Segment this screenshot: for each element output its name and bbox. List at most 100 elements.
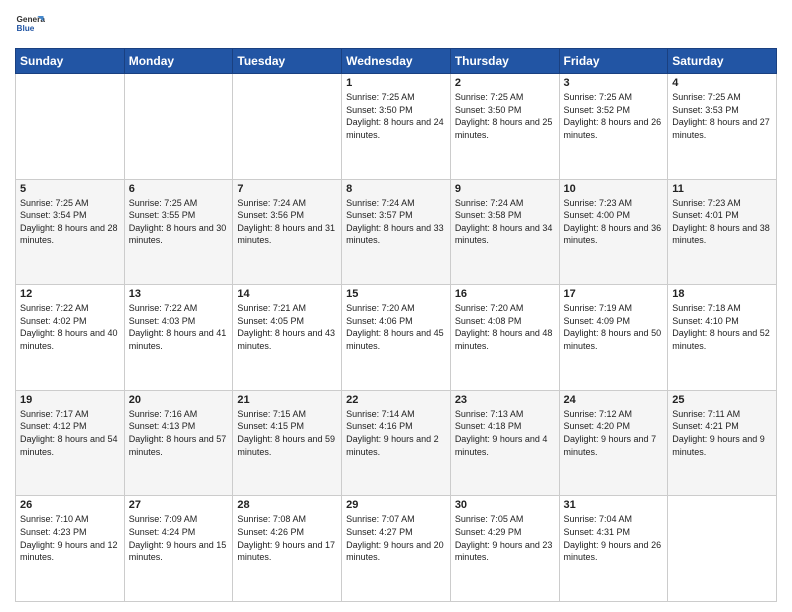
day-info: Sunrise: 7:12 AMSunset: 4:20 PMDaylight:…	[564, 408, 664, 458]
day-number: 5	[20, 183, 120, 195]
calendar-cell: 11Sunrise: 7:23 AMSunset: 4:01 PMDayligh…	[668, 179, 777, 285]
day-info: Sunrise: 7:25 AMSunset: 3:52 PMDaylight:…	[564, 91, 664, 141]
day-number: 4	[672, 77, 772, 89]
day-number: 27	[129, 499, 229, 511]
calendar-cell: 3Sunrise: 7:25 AMSunset: 3:52 PMDaylight…	[559, 74, 668, 180]
day-number: 7	[237, 183, 337, 195]
calendar-cell: 8Sunrise: 7:24 AMSunset: 3:57 PMDaylight…	[342, 179, 451, 285]
weekday-tuesday: Tuesday	[233, 49, 342, 74]
calendar-cell: 18 Sunrise: 7:18 AMSunset: 4:10 PMDayligh…	[668, 285, 777, 391]
calendar-cell: 13 Sunrise: 7:22 AMSunset: 4:03 PMDayligh…	[124, 285, 233, 391]
weekday-thursday: Thursday	[450, 49, 559, 74]
day-number: 14	[237, 288, 337, 300]
calendar-cell: 10 Sunrise: 7:23 AMSunset: 4:00 PMDayligh…	[559, 179, 668, 285]
calendar-cell: 6Sunrise: 7:25 AMSunset: 3:55 PMDaylight…	[124, 179, 233, 285]
calendar-cell: 19Sunrise: 7:17 AMSunset: 4:12 PMDayligh…	[16, 390, 125, 496]
day-info: Sunrise: 7:20 AMSunset: 4:06 PMDaylight:…	[346, 302, 446, 352]
day-info: Sunrise: 7:17 AMSunset: 4:12 PMDaylight:…	[20, 408, 120, 458]
day-info: Sunrise: 7:04 AMSunset: 4:31 PMDaylight:…	[564, 513, 664, 563]
day-info: Sunrise: 7:25 AMSunset: 3:50 PMDaylight:…	[346, 91, 446, 141]
calendar-cell: 12 Sunrise: 7:22 AMSunset: 4:02 PMDayligh…	[16, 285, 125, 391]
calendar-cell: 30 Sunrise: 7:05 AMSunset: 4:29 PMDayligh…	[450, 496, 559, 602]
calendar-cell: 17 Sunrise: 7:19 AMSunset: 4:09 PMDayligh…	[559, 285, 668, 391]
day-number: 29	[346, 499, 446, 511]
day-number: 30	[455, 499, 555, 511]
day-number: 13	[129, 288, 229, 300]
day-info: Sunrise: 7:09 AMSunset: 4:24 PMDaylight:…	[129, 513, 229, 563]
day-info: Sunrise: 7:19 AMSunset: 4:09 PMDaylight:…	[564, 302, 664, 352]
day-number: 22	[346, 394, 446, 406]
calendar-cell: 16 Sunrise: 7:20 AMSunset: 4:08 PMDayligh…	[450, 285, 559, 391]
day-info: Sunrise: 7:24 AMSunset: 3:58 PMDaylight:…	[455, 197, 555, 247]
calendar-cell: 1Sunrise: 7:25 AMSunset: 3:50 PMDaylight…	[342, 74, 451, 180]
calendar-cell: 9 Sunrise: 7:24 AMSunset: 3:58 PMDaylight…	[450, 179, 559, 285]
day-info: Sunrise: 7:14 AMSunset: 4:16 PMDaylight:…	[346, 408, 446, 458]
day-info: Sunrise: 7:22 AMSunset: 4:02 PMDaylight:…	[20, 302, 120, 352]
day-number: 20	[129, 394, 229, 406]
calendar-cell	[668, 496, 777, 602]
logo-icon: General Blue	[15, 10, 45, 40]
calendar-week-2: 5 Sunrise: 7:25 AMSunset: 3:54 PMDaylight…	[16, 179, 777, 285]
calendar-cell	[233, 74, 342, 180]
day-info: Sunrise: 7:25 AMSunset: 3:54 PMDaylight:…	[20, 197, 120, 247]
day-info: Sunrise: 7:24 AMSunset: 3:56 PMDaylight:…	[237, 197, 337, 247]
day-number: 31	[564, 499, 664, 511]
weekday-friday: Friday	[559, 49, 668, 74]
day-info: Sunrise: 7:13 AMSunset: 4:18 PMDaylight:…	[455, 408, 555, 458]
day-number: 21	[237, 394, 337, 406]
day-number: 2	[455, 77, 555, 89]
svg-text:Blue: Blue	[17, 24, 35, 33]
calendar-cell: 4Sunrise: 7:25 AMSunset: 3:53 PMDaylight…	[668, 74, 777, 180]
calendar-cell: 24 Sunrise: 7:12 AMSunset: 4:20 PMDayligh…	[559, 390, 668, 496]
day-number: 17	[564, 288, 664, 300]
calendar-table: SundayMondayTuesdayWednesdayThursdayFrid…	[15, 48, 777, 602]
day-info: Sunrise: 7:15 AMSunset: 4:15 PMDaylight:…	[237, 408, 337, 458]
weekday-header-row: SundayMondayTuesdayWednesdayThursdayFrid…	[16, 49, 777, 74]
calendar-cell: 2 Sunrise: 7:25 AMSunset: 3:50 PMDaylight…	[450, 74, 559, 180]
calendar-cell: 27 Sunrise: 7:09 AMSunset: 4:24 PMDayligh…	[124, 496, 233, 602]
header: General Blue	[15, 10, 777, 40]
calendar-cell: 21 Sunrise: 7:15 AMSunset: 4:15 PMDayligh…	[233, 390, 342, 496]
day-info: Sunrise: 7:10 AMSunset: 4:23 PMDaylight:…	[20, 513, 120, 563]
calendar-cell: 26Sunrise: 7:10 AMSunset: 4:23 PMDayligh…	[16, 496, 125, 602]
calendar-cell: 22 Sunrise: 7:14 AMSunset: 4:16 PMDayligh…	[342, 390, 451, 496]
day-number: 10	[564, 183, 664, 195]
day-info: Sunrise: 7:25 AMSunset: 3:50 PMDaylight:…	[455, 91, 555, 141]
calendar-cell: 31 Sunrise: 7:04 AMSunset: 4:31 PMDayligh…	[559, 496, 668, 602]
day-info: Sunrise: 7:25 AMSunset: 3:55 PMDaylight:…	[129, 197, 229, 247]
day-number: 16	[455, 288, 555, 300]
calendar-cell: 25Sunrise: 7:11 AMSunset: 4:21 PMDayligh…	[668, 390, 777, 496]
calendar-week-1: 1Sunrise: 7:25 AMSunset: 3:50 PMDaylight…	[16, 74, 777, 180]
weekday-wednesday: Wednesday	[342, 49, 451, 74]
calendar-cell: 29 Sunrise: 7:07 AMSunset: 4:27 PMDayligh…	[342, 496, 451, 602]
day-info: Sunrise: 7:05 AMSunset: 4:29 PMDaylight:…	[455, 513, 555, 563]
day-info: Sunrise: 7:18 AMSunset: 4:10 PMDaylight:…	[672, 302, 772, 352]
day-info: Sunrise: 7:23 AMSunset: 4:00 PMDaylight:…	[564, 197, 664, 247]
logo: General Blue	[15, 10, 49, 40]
calendar-week-4: 19Sunrise: 7:17 AMSunset: 4:12 PMDayligh…	[16, 390, 777, 496]
calendar-cell	[124, 74, 233, 180]
day-info: Sunrise: 7:22 AMSunset: 4:03 PMDaylight:…	[129, 302, 229, 352]
day-number: 12	[20, 288, 120, 300]
day-number: 9	[455, 183, 555, 195]
calendar-cell: 7 Sunrise: 7:24 AMSunset: 3:56 PMDaylight…	[233, 179, 342, 285]
day-number: 8	[346, 183, 446, 195]
weekday-sunday: Sunday	[16, 49, 125, 74]
day-info: Sunrise: 7:07 AMSunset: 4:27 PMDaylight:…	[346, 513, 446, 563]
day-number: 23	[455, 394, 555, 406]
calendar-week-5: 26Sunrise: 7:10 AMSunset: 4:23 PMDayligh…	[16, 496, 777, 602]
weekday-monday: Monday	[124, 49, 233, 74]
calendar-cell: 14 Sunrise: 7:21 AMSunset: 4:05 PMDayligh…	[233, 285, 342, 391]
calendar-week-3: 12 Sunrise: 7:22 AMSunset: 4:02 PMDayligh…	[16, 285, 777, 391]
calendar-cell	[16, 74, 125, 180]
calendar-cell: 15 Sunrise: 7:20 AMSunset: 4:06 PMDayligh…	[342, 285, 451, 391]
day-info: Sunrise: 7:23 AMSunset: 4:01 PMDaylight:…	[672, 197, 772, 247]
day-info: Sunrise: 7:08 AMSunset: 4:26 PMDaylight:…	[237, 513, 337, 563]
day-number: 24	[564, 394, 664, 406]
day-info: Sunrise: 7:21 AMSunset: 4:05 PMDaylight:…	[237, 302, 337, 352]
calendar-cell: 23 Sunrise: 7:13 AMSunset: 4:18 PMDayligh…	[450, 390, 559, 496]
day-info: Sunrise: 7:20 AMSunset: 4:08 PMDaylight:…	[455, 302, 555, 352]
day-number: 18	[672, 288, 772, 300]
day-info: Sunrise: 7:16 AMSunset: 4:13 PMDaylight:…	[129, 408, 229, 458]
day-number: 15	[346, 288, 446, 300]
